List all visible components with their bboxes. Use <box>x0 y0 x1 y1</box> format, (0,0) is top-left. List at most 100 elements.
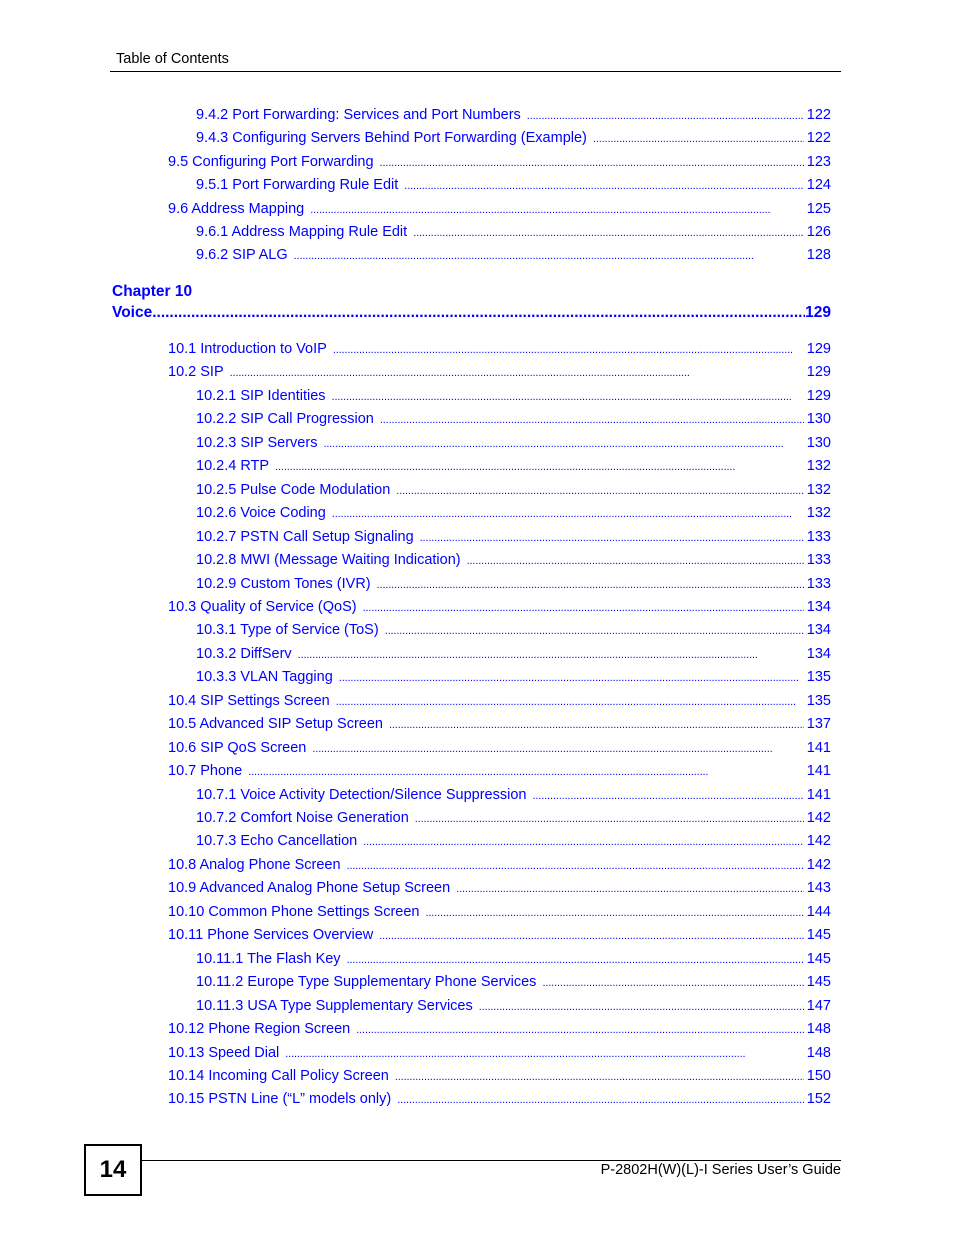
toc-entry[interactable]: 9.5.1 Port Forwarding Rule Edit 124 <box>196 177 831 197</box>
dot-leader <box>542 974 803 990</box>
toc-entry[interactable]: 9.5 Configuring Port Forwarding 123 <box>168 154 831 174</box>
toc-entry[interactable]: 10.7.2 Comfort Noise Generation 142 <box>196 810 831 830</box>
toc-entry[interactable]: 9.4.3 Configuring Servers Behind Port Fo… <box>196 130 831 150</box>
toc-entry-label: 9.6.2 SIP ALG <box>196 247 288 264</box>
chapter-title: Voice <box>112 304 153 321</box>
page-number: 14 <box>99 1156 127 1183</box>
toc-entry-page: 130 <box>806 434 831 451</box>
footer-rule <box>140 1160 841 1161</box>
dot-leader <box>379 927 804 943</box>
toc-entry-page: 133 <box>806 552 831 569</box>
toc-entry[interactable]: 10.2.3 SIP Servers 130 <box>196 435 831 455</box>
toc-entry[interactable]: 10.3.2 DiffServ 134 <box>196 646 831 666</box>
chapter-entry[interactable]: Voice 129 <box>112 304 831 322</box>
header-rule <box>110 71 841 72</box>
toc-entry[interactable]: 10.2.6 Voice Coding 132 <box>196 505 831 525</box>
toc-entry-page: 133 <box>806 575 831 592</box>
toc-entry-label: 10.3 Quality of Service (QoS) <box>168 598 357 615</box>
dot-leader <box>339 669 804 685</box>
toc-entry-page: 141 <box>806 739 831 756</box>
dot-leader <box>593 130 804 146</box>
toc-entry-label: 10.13 Speed Dial <box>168 1044 280 1061</box>
toc-entry[interactable]: 10.7.3 Echo Cancellation 142 <box>196 833 831 853</box>
dot-leader <box>420 529 804 545</box>
toc-entry-label: 10.2.4 RTP <box>196 458 270 475</box>
toc-entry[interactable]: 10.14 Incoming Call Policy Screen 150 <box>168 1068 831 1088</box>
toc-entry[interactable]: 10.3.1 Type of Service (ToS) 134 <box>196 622 831 642</box>
dot-leader <box>413 224 804 240</box>
dot-leader <box>380 411 804 427</box>
dot-leader <box>347 951 804 967</box>
toc-entry-label: 10.6 SIP QoS Screen <box>168 739 307 756</box>
toc-entry-page: 143 <box>806 880 831 897</box>
toc-entry[interactable]: 10.3 Quality of Service (QoS) 134 <box>168 599 831 619</box>
toc-entry[interactable]: 10.11 Phone Services Overview 145 <box>168 927 831 947</box>
toc-entry[interactable]: 10.2.2 SIP Call Progression 130 <box>196 411 831 431</box>
toc-entry-label: 10.11 Phone Services Overview <box>168 927 374 944</box>
toc-entry[interactable]: 10.6 SIP QoS Screen 141 <box>168 740 831 760</box>
toc-entry-label: 10.12 Phone Region Screen <box>168 1021 351 1038</box>
toc-entry[interactable]: 10.11.3 USA Type Supplementary Services 1… <box>196 998 831 1018</box>
dot-leader <box>527 107 804 123</box>
toc-entry[interactable]: 10.3.3 VLAN Tagging 135 <box>196 669 831 689</box>
toc-entry-page: 135 <box>806 692 831 709</box>
toc-entry-label: 10.2.2 SIP Call Progression <box>196 411 374 428</box>
toc-entry[interactable]: 10.11.1 The Flash Key 145 <box>196 951 831 971</box>
toc-entry-label: 10.1 Introduction to VoIP <box>168 341 327 357</box>
toc-entry[interactable]: 10.5 Advanced SIP Setup Screen 137 <box>168 716 831 736</box>
toc-entry-label: 10.5 Advanced SIP Setup Screen <box>168 716 383 733</box>
toc-entry-page: 144 <box>806 903 831 920</box>
toc-entry[interactable]: 10.7 Phone 141 <box>168 763 831 783</box>
toc-entry-label: 10.3.2 DiffServ <box>196 645 292 662</box>
toc-entry-label: 10.7 Phone <box>168 763 243 780</box>
toc-entry-label: 10.11.2 Europe Type Supplementary Phone … <box>196 974 537 991</box>
dot-leader <box>532 787 803 803</box>
toc-entry-label: 10.2.9 Custom Tones (IVR) <box>196 575 371 592</box>
dot-leader <box>456 880 804 896</box>
toc-entry-label: 10.10 Common Phone Settings Screen <box>168 903 420 920</box>
dot-leader <box>404 177 804 193</box>
toc-entry[interactable]: 10.9 Advanced Analog Phone Setup Screen 1… <box>168 880 831 900</box>
toc-entry-page: 133 <box>806 528 831 545</box>
dot-leader <box>479 998 804 1014</box>
toc-entry[interactable]: 10.2.5 Pulse Code Modulation 132 <box>196 482 831 502</box>
toc-entry[interactable]: 9.6.2 SIP ALG 128 <box>196 247 831 267</box>
toc-entry[interactable]: 10.2.8 MWI (Message Waiting Indication) 1… <box>196 552 831 572</box>
toc-entry[interactable]: 10.7.1 Voice Activity Detection/Silence … <box>196 787 831 807</box>
dot-leader <box>312 740 803 756</box>
toc-entry[interactable]: 10.8 Analog Phone Screen 142 <box>168 857 831 877</box>
toc-entry[interactable]: 10.2.9 Custom Tones (IVR) 133 <box>196 576 831 596</box>
toc-entry[interactable]: 10.2.7 PSTN Call Setup Signaling 133 <box>196 529 831 549</box>
toc-entry-label: 10.2.5 Pulse Code Modulation <box>196 481 391 498</box>
dot-leader <box>230 364 804 380</box>
toc-entry[interactable]: 10.2.4 RTP 132 <box>196 458 831 478</box>
toc-entry-label: 10.2 SIP <box>168 364 224 381</box>
toc-entry-label: 9.5.1 Port Forwarding Rule Edit <box>196 177 399 194</box>
toc-entry-page: 142 <box>806 810 831 826</box>
toc-entry[interactable]: 10.2.1 SIP Identities 129 <box>196 388 831 408</box>
toc-entry[interactable]: 10.1 Introduction to VoIP 129 <box>168 341 831 361</box>
toc-entry[interactable]: 10.12 Phone Region Screen 148 <box>168 1021 831 1041</box>
toc-entry[interactable]: 9.4.2 Port Forwarding: Services and Port… <box>196 107 831 127</box>
toc-entry[interactable]: 10.15 PSTN Line (“L” models only) 152 <box>168 1091 831 1111</box>
toc-entry[interactable]: 10.11.2 Europe Type Supplementary Phone … <box>196 974 831 994</box>
toc-entry[interactable]: 10.10 Common Phone Settings Screen 144 <box>168 904 831 924</box>
dot-leader <box>332 505 804 521</box>
toc-entry[interactable]: 9.6.1 Address Mapping Rule Edit 126 <box>196 224 831 244</box>
toc-entry-page: 128 <box>806 247 831 264</box>
page-number-box: 14 <box>84 1144 142 1196</box>
dot-leader <box>467 552 804 568</box>
toc-entry[interactable]: 10.4 SIP Settings Screen 135 <box>168 693 831 713</box>
toc-entry-page: 129 <box>806 364 831 381</box>
toc-entry-label: 9.5 Configuring Port Forwarding <box>168 153 374 170</box>
toc-entry[interactable]: 10.13 Speed Dial 148 <box>168 1045 831 1065</box>
toc-entry[interactable]: 9.6 Address Mapping 125 <box>168 201 831 221</box>
toc-entry[interactable]: 10.2 SIP 129 <box>168 364 831 384</box>
toc-entry-label: 10.8 Analog Phone Screen <box>168 856 341 873</box>
dot-leader <box>333 341 804 357</box>
toc-entry-page: 142 <box>806 856 831 873</box>
chapter-number[interactable]: Chapter 10 <box>112 283 192 301</box>
dot-leader <box>363 833 804 849</box>
toc-entry-page: 130 <box>806 411 831 428</box>
dot-leader <box>356 1021 804 1037</box>
